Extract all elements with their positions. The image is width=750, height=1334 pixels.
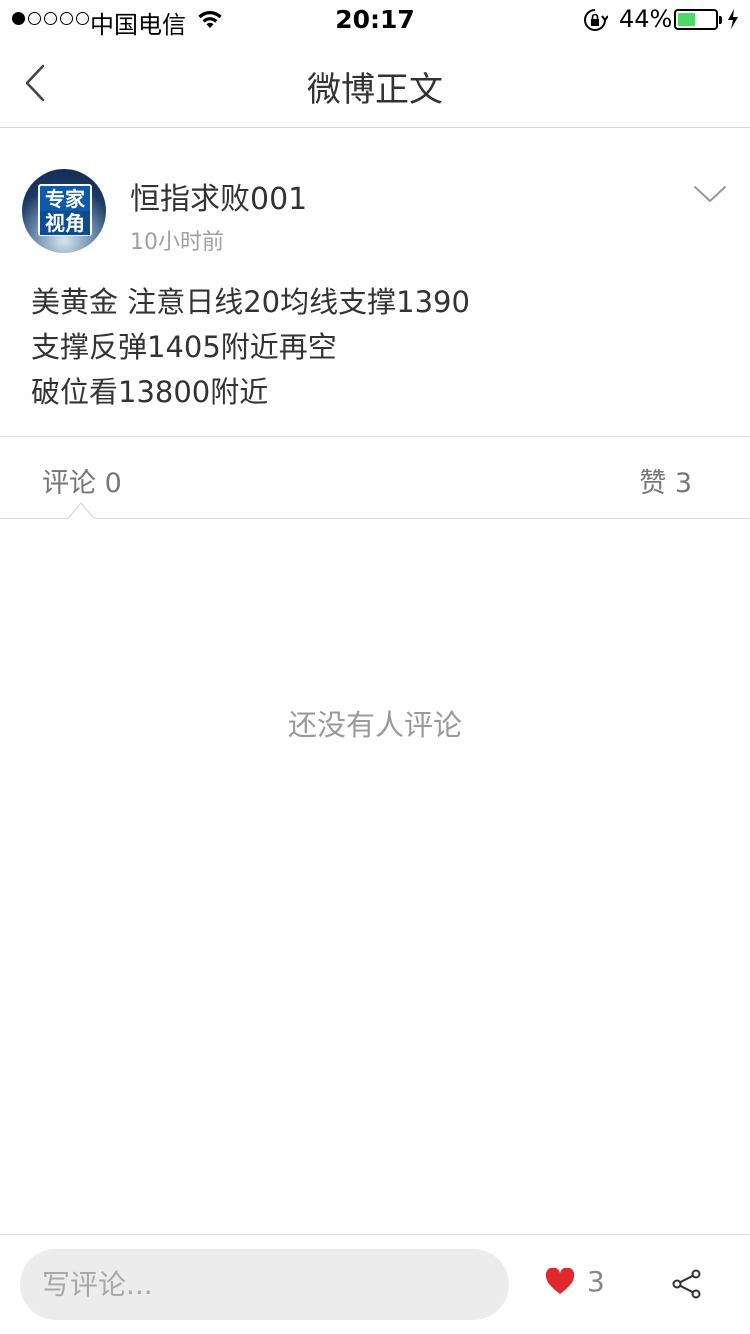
tab-comments-count: 0 — [104, 468, 122, 499]
share-icon — [672, 1269, 701, 1299]
tab-comments-label: 评论 — [42, 468, 96, 499]
chevron-down-icon — [694, 186, 726, 202]
like-button[interactable]: 3 — [545, 1265, 605, 1298]
author-avatar[interactable]: 专家 视角 — [22, 169, 106, 253]
share-button[interactable] — [668, 1265, 706, 1303]
status-bar: 中国电信 20:17 44% — [0, 0, 750, 40]
divider — [0, 436, 750, 437]
tab-likes[interactable]: 赞 3 — [639, 461, 692, 500]
active-tab-indicator — [68, 502, 94, 519]
tabs-underline — [0, 518, 750, 519]
post-line: 支撑反弹1405附近再空 — [31, 330, 337, 364]
tab-comments[interactable]: 评论 0 — [42, 461, 122, 500]
battery-percent: 44% — [619, 5, 673, 33]
tab-likes-label: 赞 — [639, 468, 667, 499]
author-name[interactable]: 恒指求败001 — [130, 174, 307, 218]
empty-comments-message: 还没有人评论 — [287, 708, 462, 742]
tab-likes-count: 3 — [674, 468, 692, 499]
post-timestamp: 10小时前 — [130, 230, 224, 255]
avatar-text-line2: 视角 — [40, 211, 90, 235]
comment-input[interactable] — [20, 1249, 509, 1320]
like-count: 3 — [587, 1265, 605, 1298]
avatar-text-line1: 专家 — [45, 187, 85, 211]
post-menu-button[interactable] — [690, 178, 730, 210]
screen: 中国电信 20:17 44% 微博正文 专家 视角 恒指求败001 10小时前 … — [0, 0, 750, 1334]
charging-icon — [727, 8, 739, 36]
avatar-badge: 专家 视角 — [38, 184, 92, 236]
orientation-lock-icon — [582, 8, 609, 38]
page-title: 微博正文 — [307, 70, 443, 110]
post-line: 破位看13800附近 — [31, 375, 269, 409]
nav-bar: 微博正文 — [0, 40, 750, 128]
post-line: 美黄金 注意日线20均线支撑1390 — [31, 285, 470, 319]
battery-icon — [674, 9, 722, 30]
bottom-toolbar: 3 — [0, 1234, 750, 1334]
heart-icon — [545, 1268, 575, 1294]
post-body: 美黄金 注意日线20均线支撑1390 支撑反弹1405附近再空 破位看13800… — [31, 280, 470, 415]
